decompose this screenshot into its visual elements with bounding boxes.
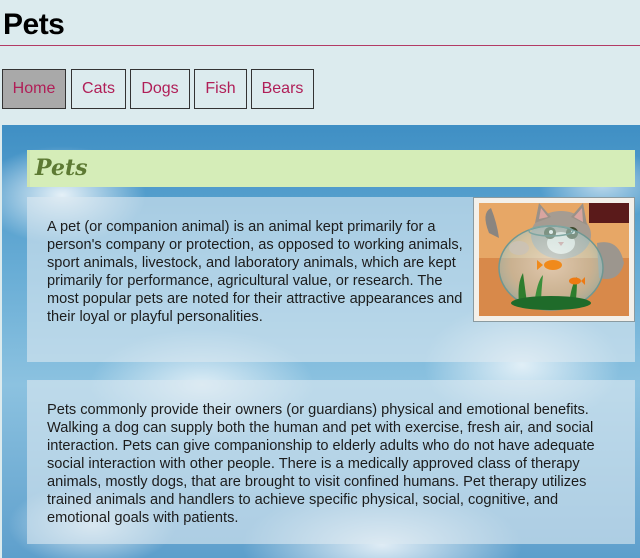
benefits-panel: Pets commonly provide their owners (or g… xyxy=(27,380,635,544)
benefits-paragraph: Pets commonly provide their owners (or g… xyxy=(47,402,595,526)
cat-fishbowl-image xyxy=(479,203,629,316)
page-title: Pets xyxy=(3,8,65,41)
nav-home-button[interactable]: Home xyxy=(2,69,66,109)
nav-dogs-button[interactable]: Dogs xyxy=(130,69,190,109)
cat-fishbowl-photo xyxy=(473,197,635,322)
intro-panel: A pet (or companion animal) is an animal… xyxy=(27,197,635,362)
section-heading: Pets xyxy=(27,150,635,187)
intro-paragraph: A pet (or companion animal) is an animal… xyxy=(47,219,463,325)
nav-fish-button[interactable]: Fish xyxy=(194,69,247,109)
content-area: Pets A pet (or companion animal) is an a… xyxy=(2,125,640,558)
nav-cats-button[interactable]: Cats xyxy=(71,69,126,109)
nav-bears-button[interactable]: Bears xyxy=(251,69,314,109)
title-divider xyxy=(0,45,640,46)
